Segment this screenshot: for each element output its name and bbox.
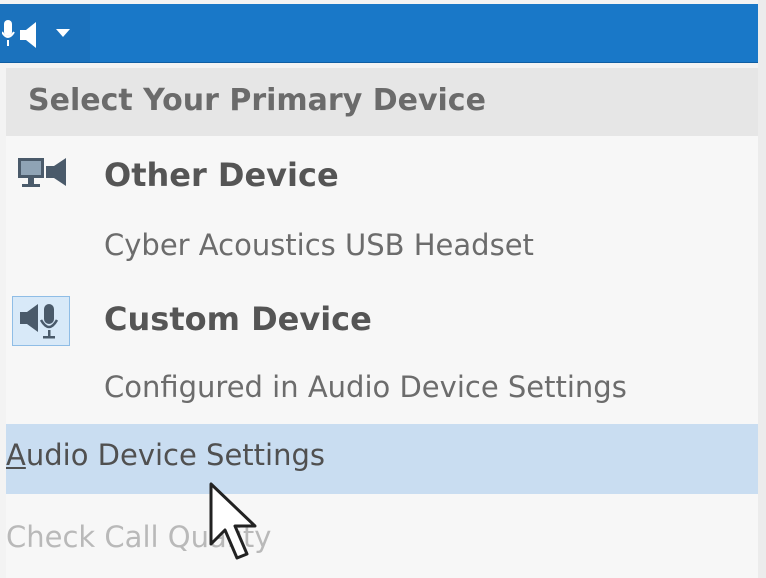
audio-device-menu-window: Select Your Primary Device Other Device … bbox=[0, 0, 766, 578]
other-device-title: Other Device bbox=[104, 156, 339, 194]
primary-device-menu: Select Your Primary Device Other Device … bbox=[6, 68, 758, 578]
arrow-cursor-icon bbox=[209, 482, 261, 566]
menu-header: Select Your Primary Device bbox=[6, 68, 758, 136]
custom-device-title: Custom Device bbox=[104, 300, 372, 338]
device-selector-button[interactable] bbox=[0, 4, 90, 62]
microphone-speaker-icon bbox=[2, 16, 48, 50]
audio-device-settings-row: Audio Device Settings bbox=[6, 438, 758, 478]
toolbar bbox=[0, 4, 758, 63]
menu-item-other-device[interactable]: Other Device bbox=[6, 156, 758, 200]
menu-item-check-call-quality: Check Call Quality bbox=[6, 520, 758, 560]
menu-item-custom-device[interactable]: Custom Device bbox=[6, 296, 758, 348]
menu-header-label: Select Your Primary Device bbox=[28, 83, 486, 118]
audio-device-settings-label: Audio Device Settings bbox=[6, 438, 325, 472]
audio-device-settings-mnemonic: A bbox=[6, 438, 26, 472]
window-edge bbox=[758, 0, 766, 578]
speaker-microphone-icon bbox=[16, 300, 66, 350]
monitor-speaker-icon bbox=[16, 154, 70, 202]
custom-device-detail: Configured in Audio Device Settings bbox=[104, 370, 627, 404]
chevron-down-icon[interactable] bbox=[54, 27, 72, 39]
other-device-detail-row: Cyber Acoustics USB Headset bbox=[6, 228, 758, 268]
other-device-detail: Cyber Acoustics USB Headset bbox=[104, 228, 534, 262]
audio-device-settings-rest: udio Device Settings bbox=[25, 438, 325, 472]
custom-device-detail-row: Configured in Audio Device Settings bbox=[6, 370, 758, 410]
menu-item-audio-device-settings[interactable]: Audio Device Settings bbox=[6, 424, 758, 494]
